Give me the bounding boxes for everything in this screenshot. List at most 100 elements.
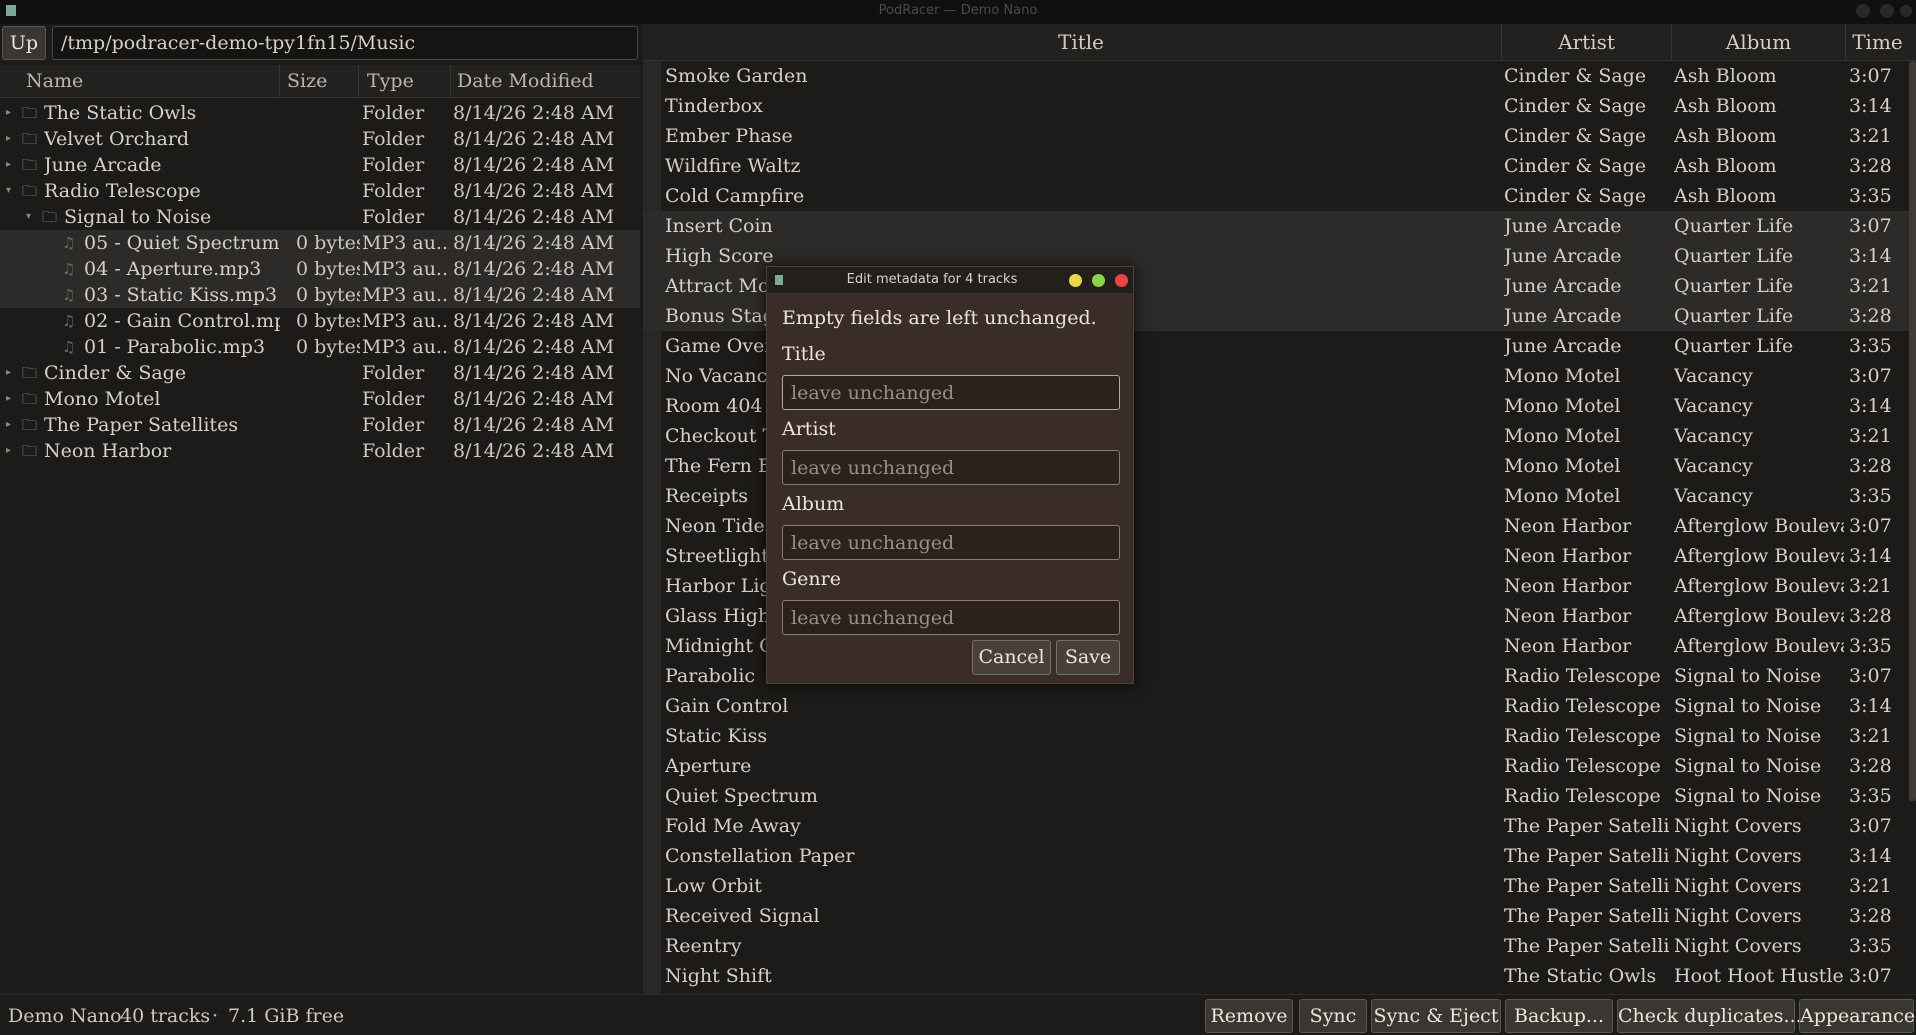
title-field[interactable] xyxy=(782,375,1120,410)
track-artist: Mono Motel xyxy=(1504,365,1621,387)
tree-item-name: Velvet Orchard xyxy=(44,128,190,150)
backup-button[interactable]: Backup... xyxy=(1505,999,1613,1033)
tree-item-date: 8/14/26 2:48 AM xyxy=(453,336,615,358)
tree-item-name: Signal to Noise xyxy=(64,206,212,228)
dialog-close-button[interactable] xyxy=(1115,274,1128,287)
tree-folder-row[interactable]: ▸ 🗀 June Arcade Folder 8/14/26 2:48 AM xyxy=(0,152,640,178)
track-row[interactable]: Tinderbox Cinder & Sage Ash Bloom 3:14 xyxy=(643,91,1909,121)
chevron-right-icon[interactable]: ▸ xyxy=(6,386,11,412)
tree-item-type: Folder xyxy=(362,362,425,384)
remove-button[interactable]: Remove xyxy=(1205,999,1293,1033)
track-artist: Radio Telescope xyxy=(1504,665,1661,687)
track-album: Ash Bloom xyxy=(1674,185,1777,207)
track-album: Afterglow Boulevard xyxy=(1674,545,1844,567)
tree-item-size: 0 bytes xyxy=(296,258,360,280)
tree-file-row[interactable]: ♫ 05 - Quiet Spectrum... 0 bytes MP3 au... 8… xyxy=(0,230,640,256)
album-field[interactable] xyxy=(782,525,1120,560)
tree-folder-row[interactable]: ▸ 🗀 Neon Harbor Folder 8/14/26 2:48 AM xyxy=(0,438,640,464)
track-time: 3:28 xyxy=(1849,305,1892,327)
track-row[interactable]: Quiet Spectrum Radio Telescope Signal to N… xyxy=(643,781,1909,811)
track-time: 3:07 xyxy=(1849,815,1892,837)
track-album: Quarter Life xyxy=(1674,275,1794,297)
track-artist: June Arcade xyxy=(1504,305,1622,327)
tree-folder-row[interactable]: ▸ 🗀 Velvet Orchard Folder 8/14/26 2:48 AM xyxy=(0,126,640,152)
chevron-right-icon[interactable]: ▸ xyxy=(6,360,11,386)
track-row[interactable]: Insert Coin June Arcade Quarter Life 3:07 xyxy=(643,211,1909,241)
track-time: 3:07 xyxy=(1849,515,1892,537)
chevron-down-icon[interactable]: ▾ xyxy=(26,204,31,230)
track-artist: The Paper Satellites xyxy=(1504,905,1670,927)
tree-folder-row[interactable]: ▾ 🗀 Radio Telescope Folder 8/14/26 2:48 AM xyxy=(0,178,640,204)
column-header-artist[interactable]: Artist xyxy=(1501,24,1671,61)
window-close-button[interactable] xyxy=(1900,5,1912,17)
tree-folder-row[interactable]: ▸ 🗀 The Static Owls Folder 8/14/26 2:48 AM xyxy=(0,100,640,126)
folder-icon: 🗀 xyxy=(22,416,38,434)
music-note-icon: ♫ xyxy=(62,286,76,304)
chevron-down-icon[interactable]: ▾ xyxy=(6,178,11,204)
file-browser-header: Name Size Type Date Modified xyxy=(0,65,640,98)
track-row[interactable]: Static Kiss Radio Telescope Signal to Nois… xyxy=(643,721,1909,751)
column-header-date-modified[interactable]: Date Modified xyxy=(451,65,638,98)
track-row[interactable]: Reentry The Paper SatellitesNight Covers 3… xyxy=(643,931,1909,961)
track-time: 3:28 xyxy=(1849,905,1892,927)
sync-eject-button[interactable]: Sync & Eject xyxy=(1371,999,1501,1033)
chevron-right-icon[interactable]: ▸ xyxy=(6,126,11,152)
track-row[interactable]: Smoke Garden Cinder & Sage Ash Bloom 3:07 xyxy=(643,61,1909,91)
tree-folder-row[interactable]: ▾ 🗀 Signal to Noise Folder 8/14/26 2:48 AM xyxy=(0,204,640,230)
tree-file-row[interactable]: ♫ 03 - Static Kiss.mp3 0 bytes MP3 au... 8/1… xyxy=(0,282,640,308)
track-row[interactable]: Wildfire Waltz Cinder & Sage Ash Bloom 3:28 xyxy=(643,151,1909,181)
tree-file-row[interactable]: ♫ 01 - Parabolic.mp3 0 bytes MP3 au... 8/14/… xyxy=(0,334,640,360)
track-row[interactable]: Gain Control Radio Telescope Signal to Noi… xyxy=(643,691,1909,721)
track-row[interactable]: Constellation Paper The Paper SatellitesN… xyxy=(643,841,1909,871)
track-artist: Mono Motel xyxy=(1504,485,1621,507)
appearance-button[interactable]: Appearance xyxy=(1799,999,1915,1033)
chevron-right-icon[interactable]: ▸ xyxy=(6,412,11,438)
column-header-type[interactable]: Type xyxy=(361,65,451,98)
track-album: Signal to Noise xyxy=(1674,785,1822,807)
tree-file-row[interactable]: ♫ 02 - Gain Control.mp3 0 bytes MP3 au... 8/… xyxy=(0,308,640,334)
tree-folder-row[interactable]: ▸ 🗀 Mono Motel Folder 8/14/26 2:48 AM xyxy=(0,386,640,412)
column-header-time[interactable]: Time xyxy=(1845,24,1909,61)
column-header-size[interactable]: Size xyxy=(281,65,359,98)
tree-file-row[interactable]: ♫ 04 - Aperture.mp3 0 bytes MP3 au... 8/14/2… xyxy=(0,256,640,282)
tree-folder-row[interactable]: ▸ 🗀 The Paper Satellites Folder 8/14/26 2:48… xyxy=(0,412,640,438)
chevron-right-icon[interactable]: ▸ xyxy=(6,100,11,126)
chevron-right-icon[interactable]: ▸ xyxy=(6,438,11,464)
track-row[interactable]: Aperture Radio Telescope Signal to Noise 3:… xyxy=(643,751,1909,781)
tree-item-date: 8/14/26 2:48 AM xyxy=(453,284,615,306)
track-title: Received Signal xyxy=(665,905,820,927)
cancel-button[interactable]: Cancel xyxy=(972,640,1051,675)
up-button[interactable]: Up xyxy=(2,26,46,60)
tree-folder-row[interactable]: ▸ 🗀 Cinder & Sage Folder 8/14/26 2:48 AM xyxy=(0,360,640,386)
sync-button[interactable]: Sync xyxy=(1299,999,1367,1033)
track-row[interactable]: Ember Phase Cinder & Sage Ash Bloom 3:21 xyxy=(643,121,1909,151)
track-row[interactable]: Low Orbit The Paper SatellitesNight Cover… xyxy=(643,871,1909,901)
track-artist: The Paper Satellites xyxy=(1504,935,1670,957)
status-separator: · xyxy=(212,1005,219,1027)
track-row[interactable]: Cold Campfire Cinder & Sage Ash Bloom 3:35 xyxy=(643,181,1909,211)
track-artist: June Arcade xyxy=(1504,335,1622,357)
genre-field[interactable] xyxy=(782,600,1120,635)
chevron-right-icon[interactable]: ▸ xyxy=(6,152,11,178)
track-row[interactable]: Received Signal The Paper SatellitesNight… xyxy=(643,901,1909,931)
column-header-name[interactable]: Name xyxy=(20,65,280,98)
music-note-icon: ♫ xyxy=(62,338,76,356)
track-row[interactable]: Fold Me Away The Paper SatellitesNight Co… xyxy=(643,811,1909,841)
track-album: Signal to Noise xyxy=(1674,665,1822,687)
track-artist: The Paper Satellites xyxy=(1504,845,1670,867)
dialog-maximize-button[interactable] xyxy=(1092,274,1105,287)
tree-item-name: 04 - Aperture.mp3 xyxy=(84,258,262,280)
column-header-title[interactable]: Title xyxy=(661,24,1501,61)
check-duplicates-button[interactable]: Check duplicates... xyxy=(1617,999,1802,1033)
window-maximize-button[interactable] xyxy=(1880,4,1894,18)
artist-field[interactable] xyxy=(782,450,1120,485)
column-header-album[interactable]: Album xyxy=(1671,24,1845,61)
folder-icon: 🗀 xyxy=(22,364,38,382)
track-row[interactable]: Night Shift The Static Owls Hoot Hoot Hust… xyxy=(643,961,1909,991)
track-time: 3:21 xyxy=(1849,425,1892,447)
path-field[interactable]: /tmp/podracer-demo-tpy1fn15/Music xyxy=(52,26,638,60)
track-list-scrollbar[interactable] xyxy=(1909,61,1916,801)
window-minimize-button[interactable] xyxy=(1856,4,1870,18)
save-button[interactable]: Save xyxy=(1056,640,1120,675)
dialog-minimize-button[interactable] xyxy=(1069,274,1082,287)
